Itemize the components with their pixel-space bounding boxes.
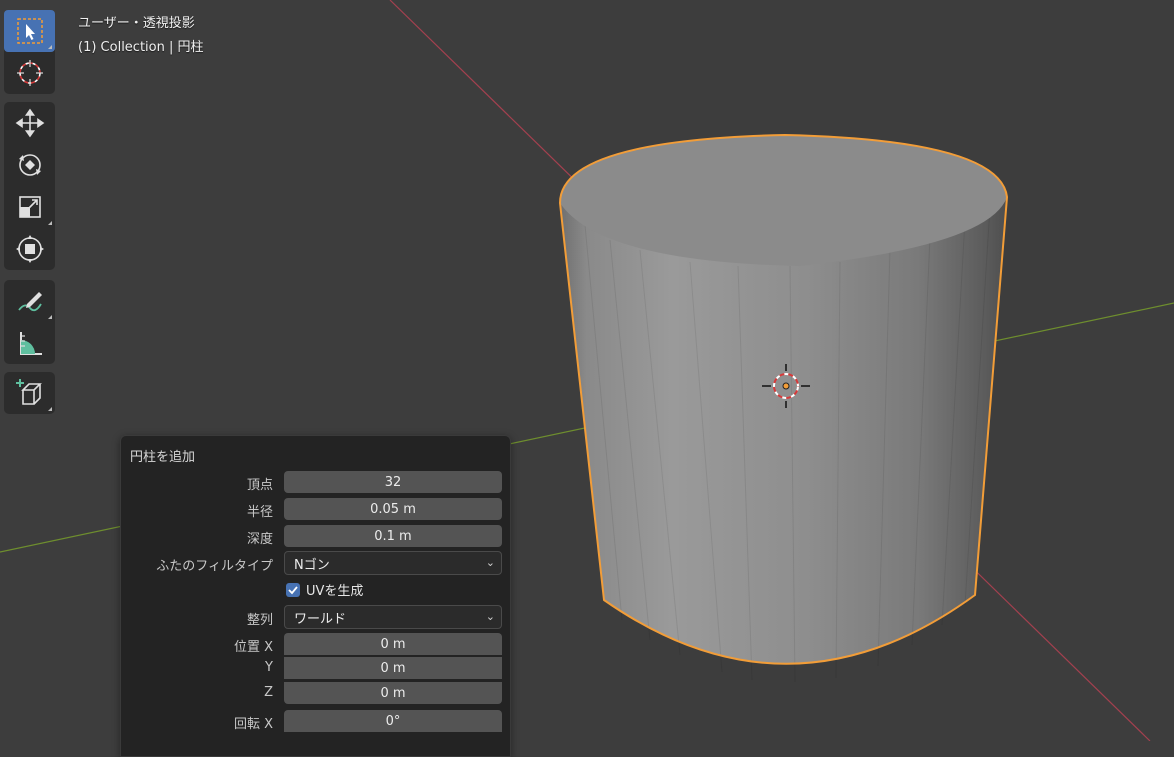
collection-label: (1) Collection | 円柱 bbox=[78, 40, 204, 55]
move-tool-button[interactable] bbox=[4, 102, 55, 144]
vertices-field[interactable]: 32 bbox=[284, 471, 502, 493]
chevron-down-icon: ⌄ bbox=[485, 610, 495, 623]
radius-row: 半径 0.05 m bbox=[121, 497, 510, 521]
select-box-tool-button[interactable] bbox=[4, 10, 55, 52]
generate-uv-checkbox-row[interactable]: UVを生成 bbox=[286, 580, 363, 599]
depth-field[interactable]: 0.1 m bbox=[284, 525, 502, 547]
align-label: 整列 bbox=[246, 613, 273, 628]
generate-uv-label: UVを生成 bbox=[306, 584, 364, 599]
depth-row: 深度 0.1 m bbox=[121, 524, 510, 548]
check-icon bbox=[288, 585, 298, 594]
move-icon bbox=[15, 108, 44, 138]
location-x-row: 位置 X 0 m bbox=[121, 632, 510, 656]
panel-title[interactable]: 円柱を追加 bbox=[130, 446, 195, 465]
location-z-row: Z 0 m bbox=[121, 681, 510, 705]
select-box-icon bbox=[16, 18, 43, 44]
cylinder-mesh[interactable] bbox=[558, 133, 1009, 683]
align-dropdown[interactable]: ワールド ⌄ bbox=[284, 605, 502, 629]
tool-group-annotate bbox=[4, 280, 55, 364]
add-cube-icon bbox=[15, 379, 42, 405]
rotate-tool-button[interactable] bbox=[4, 144, 55, 186]
annotate-tool-button[interactable] bbox=[4, 280, 55, 322]
generate-uv-checkbox[interactable] bbox=[286, 582, 300, 597]
vertices-row: 頂点 32 bbox=[121, 470, 510, 494]
measure-icon bbox=[19, 332, 42, 355]
depth-label: 深度 bbox=[246, 532, 273, 547]
cap-fill-label: ふたのフィルタイプ bbox=[156, 559, 273, 574]
tool-group-transform bbox=[4, 102, 55, 270]
location-y-row: Y 0 m bbox=[121, 656, 510, 680]
tool-group-select bbox=[4, 10, 55, 94]
vertices-label: 頂点 bbox=[246, 478, 273, 493]
cap-fill-value: Nゴン bbox=[294, 557, 330, 573]
tool-group-add bbox=[4, 372, 55, 414]
location-x-label: 位置 X bbox=[233, 640, 273, 655]
location-x-field[interactable]: 0 m bbox=[284, 633, 502, 655]
add-cylinder-operator-panel[interactable]: 円柱を追加 頂点 32 半径 0.05 m 深度 0.1 m ふたのフィルタイプ… bbox=[120, 435, 511, 757]
location-y-field[interactable]: 0 m bbox=[284, 657, 502, 679]
radius-field[interactable]: 0.05 m bbox=[284, 498, 502, 520]
align-value: ワールド bbox=[294, 611, 347, 627]
rotate-icon bbox=[18, 154, 41, 176]
rotation-x-field[interactable]: 0° bbox=[284, 710, 502, 732]
add-cube-tool-button[interactable] bbox=[4, 372, 55, 414]
chevron-down-icon: ⌄ bbox=[485, 556, 495, 569]
location-y-label: Y bbox=[265, 660, 273, 675]
measure-tool-button[interactable] bbox=[4, 322, 55, 364]
align-row: 整列 ワールド ⌄ bbox=[121, 605, 510, 629]
view-mode-label: ユーザー・透視投影 bbox=[78, 16, 195, 31]
scale-tool-button[interactable] bbox=[4, 186, 55, 228]
rotation-x-row: 回転 X 0° bbox=[121, 709, 510, 733]
rotation-x-label: 回転 X bbox=[233, 717, 273, 732]
location-z-label: Z bbox=[264, 685, 273, 700]
location-z-field[interactable]: 0 m bbox=[284, 682, 502, 704]
radius-label: 半径 bbox=[246, 505, 273, 520]
transform-tool-button[interactable] bbox=[4, 228, 55, 270]
cursor-tool-button[interactable] bbox=[4, 52, 55, 94]
annotate-icon bbox=[17, 292, 42, 312]
scale-icon bbox=[18, 196, 41, 218]
cap-fill-dropdown[interactable]: Nゴン ⌄ bbox=[284, 551, 502, 575]
3d-cursor-tool-icon bbox=[16, 60, 43, 86]
cap-fill-row: ふたのフィルタイプ Nゴン ⌄ bbox=[121, 551, 510, 575]
transform-icon bbox=[15, 235, 44, 263]
